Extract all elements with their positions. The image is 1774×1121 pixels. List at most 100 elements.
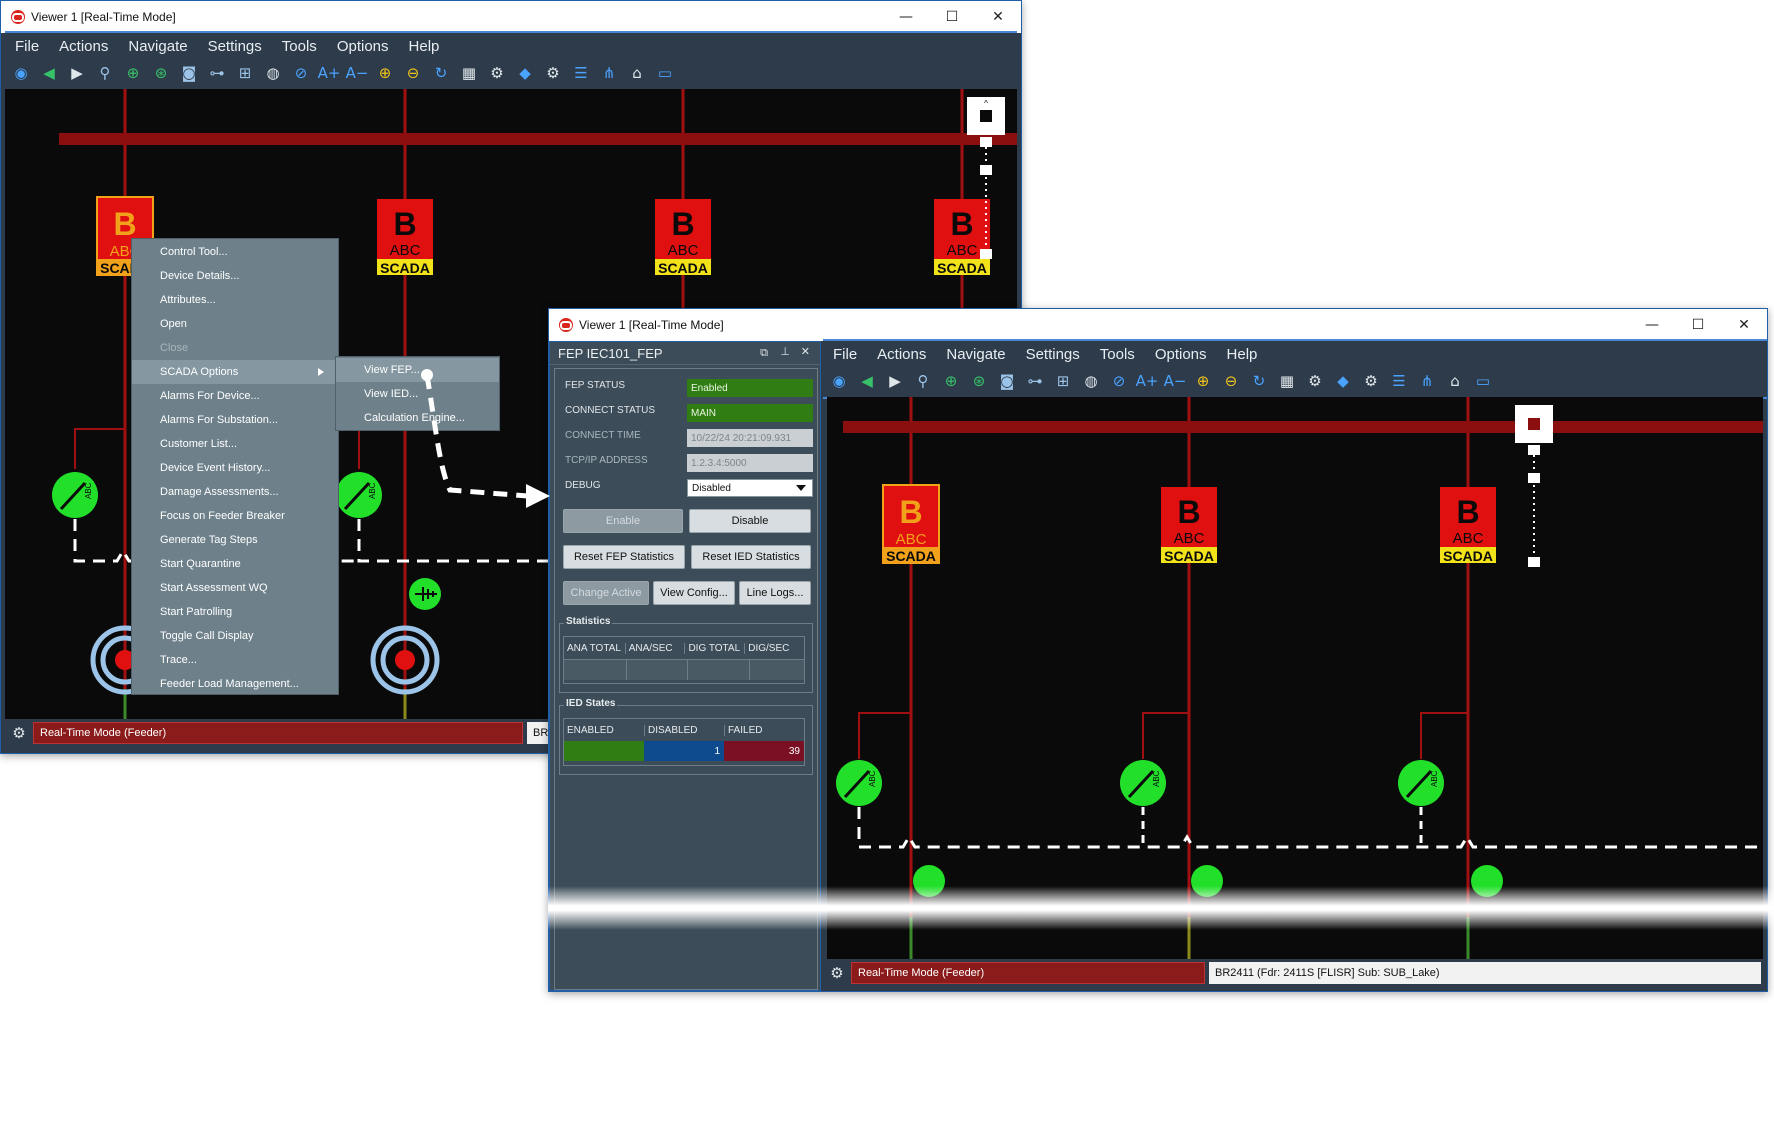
submenu-item-view-fep[interactable]: View FEP...	[336, 358, 499, 382]
map-icon[interactable]: ▦	[1276, 370, 1298, 392]
restore-icon[interactable]: ⧉	[760, 346, 768, 360]
menu-item-start-patrolling[interactable]: Start Patrolling	[132, 600, 338, 624]
gear-icon[interactable]: ⚙	[827, 963, 847, 983]
menu-item-customer-list[interactable]: Customer List...	[132, 432, 338, 456]
menu-help[interactable]: Help	[1227, 346, 1258, 363]
camera-icon[interactable]: ◙	[178, 62, 200, 84]
menu-actions[interactable]: Actions	[59, 38, 108, 55]
abc-refresh-icon[interactable]: ↻	[430, 62, 452, 84]
menu-navigate[interactable]: Navigate	[946, 346, 1005, 363]
pin-icon[interactable]: ⊥	[780, 345, 790, 358]
record-icon[interactable]: ◉	[828, 370, 850, 392]
minimize-button[interactable]: —	[883, 1, 929, 33]
back-arrow-icon[interactable]: ◀	[856, 370, 878, 392]
list-icon[interactable]: ☰	[1388, 370, 1410, 392]
diagram-canvas[interactable]: ABC ABC ABC B ABC SCADA B ABC SCADA B AB…	[827, 397, 1763, 959]
menu-item-damage-assessments[interactable]: Damage Assessments...	[132, 480, 338, 504]
minimize-button[interactable]: —	[1629, 309, 1675, 341]
layers-icon[interactable]: ◆	[1332, 370, 1354, 392]
hierarchy-icon[interactable]: ⊞	[234, 62, 256, 84]
breaker-scada[interactable]: B ABC SCADA	[655, 199, 711, 276]
reset-ied-statistics-button[interactable]: Reset IED Statistics	[691, 545, 811, 569]
menu-navigate[interactable]: Navigate	[128, 38, 187, 55]
switch-icon[interactable]: ABC	[336, 472, 382, 518]
breaker-scada[interactable]: B ABC SCADA	[934, 199, 990, 276]
globe-refresh-icon[interactable]: ⊛	[968, 370, 990, 392]
menu-help[interactable]: Help	[409, 38, 440, 55]
menu-item-trace[interactable]: Trace...	[132, 648, 338, 672]
layers-icon[interactable]: ◆	[514, 62, 536, 84]
home-icon[interactable]: ⌂	[626, 62, 648, 84]
menu-item-control-tool[interactable]: Control Tool...	[132, 240, 338, 264]
zoom-in-icon[interactable]: ⊕	[1192, 370, 1214, 392]
globe-refresh-icon[interactable]: ⊛	[150, 62, 172, 84]
list-icon[interactable]: ☰	[570, 62, 592, 84]
ground-switch-icon[interactable]	[409, 578, 441, 610]
switch-icon[interactable]: ABC	[1120, 760, 1166, 806]
menu-item-start-assessment-wq[interactable]: Start Assessment WQ	[132, 576, 338, 600]
abc-remove-icon[interactable]: A−	[1164, 370, 1187, 392]
abc-remove-icon[interactable]: A−	[346, 62, 369, 84]
globe-add-icon[interactable]: ⊕	[940, 370, 962, 392]
menu-item-toggle-call-display[interactable]: Toggle Call Display	[132, 624, 338, 648]
panel-close-icon[interactable]: ✕	[801, 345, 810, 358]
camera-icon[interactable]: ◙	[996, 370, 1018, 392]
hierarchy-icon[interactable]: ⊞	[1052, 370, 1074, 392]
zoom-slider-thumb[interactable]	[1528, 473, 1540, 483]
menu-item-focus-feeder-breaker[interactable]: Focus on Feeder Breaker	[132, 504, 338, 528]
gear-icon[interactable]: ⚙	[9, 723, 29, 743]
settings-icon[interactable]: ⚙	[1304, 370, 1326, 392]
gears-icon[interactable]: ⚙	[1360, 370, 1382, 392]
menu-item-alarms-device[interactable]: Alarms For Device...	[132, 384, 338, 408]
zoom-icon[interactable]: ⚲	[94, 62, 116, 84]
abc-add-icon[interactable]: A+	[1136, 370, 1159, 392]
chat-icon[interactable]: ▭	[1472, 370, 1494, 392]
target-recloser-icon[interactable]	[370, 625, 440, 695]
settings-icon[interactable]: ⚙	[486, 62, 508, 84]
menu-item-device-details[interactable]: Device Details...	[132, 264, 338, 288]
menu-item-device-event-history[interactable]: Device Event History...	[132, 456, 338, 480]
link-icon[interactable]: ⊶	[1024, 370, 1046, 392]
submenu-item-view-ied[interactable]: View IED...	[336, 382, 499, 406]
submenu-item-calculation-engine[interactable]: Calculation Engine...	[336, 406, 499, 430]
switch-icon[interactable]: ABC	[52, 472, 98, 518]
forward-arrow-icon[interactable]: ▶	[66, 62, 88, 84]
line-logs-button[interactable]: Line Logs...	[739, 581, 811, 605]
forward-arrow-icon[interactable]: ▶	[884, 370, 906, 392]
world-icon[interactable]: ◍	[1080, 370, 1102, 392]
breaker-scada-selected[interactable]: B ABC SCADA	[882, 484, 940, 564]
menu-item-start-quarantine[interactable]: Start Quarantine	[132, 552, 338, 576]
maximize-button[interactable]: ☐	[929, 1, 975, 33]
menu-tools[interactable]: Tools	[282, 38, 317, 55]
menu-options[interactable]: Options	[1155, 346, 1207, 363]
menu-settings[interactable]: Settings	[1026, 346, 1080, 363]
globe-add-icon[interactable]: ⊕	[122, 62, 144, 84]
abc-refresh-icon[interactable]: ↻	[1248, 370, 1270, 392]
visibility-icon[interactable]: ⊘	[290, 62, 312, 84]
view-config-button[interactable]: View Config...	[653, 581, 735, 605]
zoom-icon[interactable]: ⚲	[912, 370, 934, 392]
menu-file[interactable]: File	[833, 346, 857, 363]
debug-select[interactable]: Disabled	[687, 479, 813, 497]
zoom-out-icon[interactable]: ⊖	[402, 62, 424, 84]
zoom-in-icon[interactable]: ⊕	[374, 62, 396, 84]
menu-file[interactable]: File	[15, 38, 39, 55]
menu-item-alarms-substation[interactable]: Alarms For Substation...	[132, 408, 338, 432]
map-icon[interactable]: ▦	[458, 62, 480, 84]
menu-item-attributes[interactable]: Attributes...	[132, 288, 338, 312]
abc-add-icon[interactable]: A+	[318, 62, 341, 84]
record-icon[interactable]: ◉	[10, 62, 32, 84]
maximize-button[interactable]: ☐	[1675, 309, 1721, 341]
home-icon[interactable]: ⌂	[1444, 370, 1466, 392]
back-arrow-icon[interactable]: ◀	[38, 62, 60, 84]
menu-tools[interactable]: Tools	[1100, 346, 1135, 363]
link-icon[interactable]: ⊶	[206, 62, 228, 84]
reset-fep-statistics-button[interactable]: Reset FEP Statistics	[563, 545, 685, 569]
world-icon[interactable]: ◍	[262, 62, 284, 84]
switch-icon[interactable]: ABC	[1398, 760, 1444, 806]
change-active-button[interactable]: Change Active	[563, 581, 649, 605]
menu-settings[interactable]: Settings	[208, 38, 262, 55]
menu-item-scada-options[interactable]: SCADA Options	[132, 360, 338, 384]
gears-icon[interactable]: ⚙	[542, 62, 564, 84]
menu-actions[interactable]: Actions	[877, 346, 926, 363]
